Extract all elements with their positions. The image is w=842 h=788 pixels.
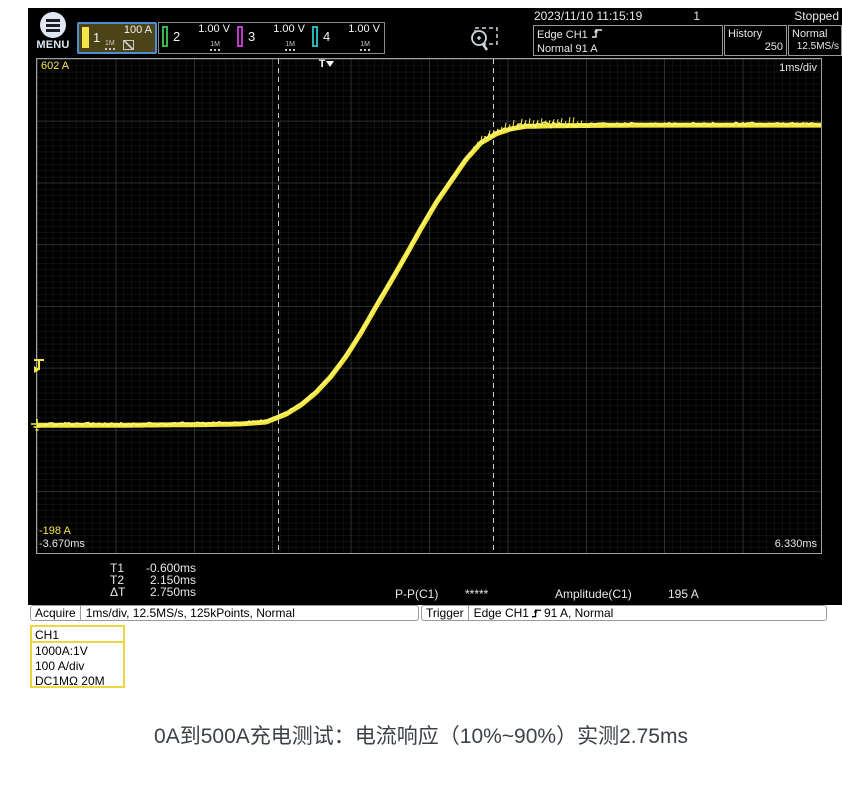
channel1-number: 1 (93, 30, 100, 45)
amplitude-measure-label: Amplitude(C1) (555, 587, 632, 601)
menu-icon[interactable] (40, 12, 66, 38)
left-time-label: -3.670ms (39, 538, 85, 550)
sample-rate-box[interactable]: Normal 12.5MS/s (788, 25, 842, 56)
trigger-mode: Edge CH1 (537, 29, 588, 41)
impedance-1M-icon: 1M (210, 41, 220, 51)
channel3-color-bar (237, 26, 243, 47)
history-count: 250 (765, 40, 783, 54)
menu-button-label[interactable]: MENU (28, 39, 78, 51)
history-box[interactable]: History 250 (724, 25, 787, 56)
page: MENU 1 100 A 1M 2 1.00 V 1M 3 1.00 V 1M (0, 0, 842, 788)
trigger-label: Trigger (422, 606, 469, 620)
trigger-settings-box[interactable]: Edge CH1 Normal 91 A (533, 25, 723, 56)
status-bar: Acquire 1ms/div, 12.5MS/s, 125kPoints, N… (28, 605, 842, 622)
channel4-scale-value: 1.00 V (348, 23, 380, 35)
top-scale-label: 602 A (41, 60, 69, 72)
channel-info-title: CH1 (32, 627, 123, 643)
rising-edge-icon (591, 27, 603, 39)
trigger-level-icon[interactable] (32, 358, 46, 374)
run-state[interactable]: Stopped (794, 9, 839, 23)
channel2-scale-value: 1.00 V (198, 23, 230, 35)
sample-rate: 12.5MS/s (797, 40, 839, 54)
acquire-status-box[interactable]: Acquire 1ms/div, 12.5MS/s, 125kPoints, N… (30, 605, 419, 621)
channel1-info-card[interactable]: CH1 1000A:1V 100 A/div DC1MΩ 20M (30, 625, 125, 688)
channel-scale: 100 A/div (32, 658, 123, 673)
channel3-number: 3 (248, 29, 255, 44)
bottom-scale-label: -198 A (39, 525, 71, 537)
channel1-scale-value: 100 A (124, 24, 152, 36)
channel2-color-bar (162, 26, 168, 47)
trigger-settings-pre: Edge CH1 (474, 606, 529, 620)
measurement-row: ΔT2.750ms (110, 586, 196, 598)
channel-probe-ratio: 1000A:1V (32, 643, 123, 658)
trigger-settings-post: 91 A, Normal (544, 606, 613, 620)
channel3-button[interactable]: 3 1.00 V 1M (234, 23, 309, 53)
amplitude-measure-value: 195 A (668, 587, 699, 601)
datetime: 2023/11/10 11:15:19 (534, 9, 642, 23)
rising-edge-icon (531, 607, 542, 619)
cursor-measurements: T1-0.600ms T22.150ms ΔT2.750ms (110, 562, 196, 598)
channels-2-3-4-group: 2 1.00 V 1M 3 1.00 V 1M 4 1.00 V 1M (158, 22, 385, 54)
impedance-1M-icon: 1M (105, 40, 115, 50)
channel3-scale-value: 1.00 V (273, 23, 305, 35)
trigger-position-marker[interactable]: T (319, 58, 326, 70)
timebase-label: 1ms/div (779, 62, 817, 74)
right-time-label: 6.330ms (775, 538, 817, 550)
impedance-1M-icon: 1M (285, 41, 295, 51)
zoom-search-icon[interactable] (468, 26, 500, 54)
channel2-number: 2 (173, 29, 180, 44)
pp-measure-label: P-P(C1) (395, 587, 438, 601)
acquire-label: Acquire (31, 606, 81, 620)
channel2-button[interactable]: 2 1.00 V 1M (159, 23, 234, 53)
channel1-button[interactable]: 1 100 A 1M (77, 22, 157, 54)
channel1-color-bar (82, 27, 89, 48)
channel4-button[interactable]: 4 1.00 V 1M (309, 23, 384, 53)
probe-skew-icon (123, 40, 134, 50)
waveform-display[interactable]: T 602 A 1ms/div -198 A -3.670ms 6.330ms (36, 58, 822, 554)
channel4-number: 4 (323, 29, 330, 44)
impedance-1M-icon: 1M (360, 41, 370, 51)
sample-mode: Normal (792, 27, 838, 41)
oscilloscope-screen: MENU 1 100 A 1M 2 1.00 V 1M 3 1.00 V 1M (28, 8, 842, 622)
trigger-status-box[interactable]: Trigger Edge CH1 91 A, Normal (421, 605, 827, 621)
history-label: History (728, 27, 783, 41)
ground-level-icon (30, 419, 44, 433)
acquire-settings: 1ms/div, 12.5MS/s, 125kPoints, Normal (81, 606, 295, 620)
figure-caption: 0A到500A充电测试：电流响应（10%~90%）实测2.75ms (0, 720, 842, 750)
waveform-svg (37, 59, 821, 553)
pp-measure-value: ***** (465, 587, 488, 601)
channel4-color-bar (312, 26, 318, 47)
acquisition-count: 1 (628, 9, 700, 23)
trigger-level-text: Normal 91 A (537, 42, 719, 56)
channel-coupling: DC1MΩ 20M (32, 673, 123, 688)
